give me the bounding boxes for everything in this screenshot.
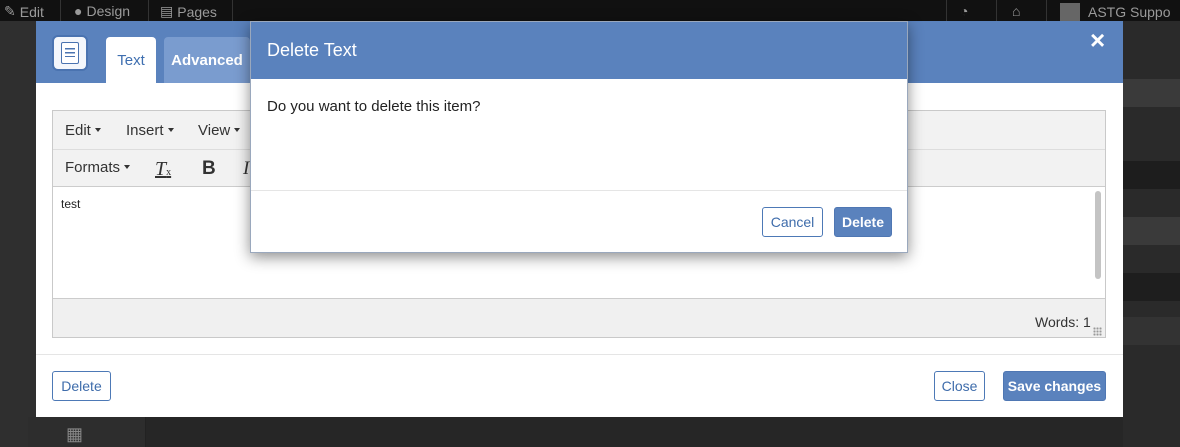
user-menu[interactable]: ASTG Suppo xyxy=(1060,3,1171,21)
editor-menu-view-label: View xyxy=(198,122,231,139)
save-changes-button[interactable]: Save changes xyxy=(1003,371,1106,401)
editor-content[interactable]: test xyxy=(61,197,80,211)
confirm-delete-button[interactable]: Delete xyxy=(834,207,892,237)
editor-menu-edit[interactable]: Edit xyxy=(65,122,101,139)
editor-menu-insert[interactable]: Insert xyxy=(126,122,174,139)
caret-down-icon xyxy=(124,164,131,169)
edit-menu-label: Edit xyxy=(19,3,44,20)
edit-menu[interactable]: ✎ Edit xyxy=(4,3,44,20)
design-menu[interactable]: ● Design xyxy=(74,3,130,19)
bold-button[interactable]: B xyxy=(202,158,216,180)
caret-down-icon xyxy=(234,127,241,132)
editor-menu-insert-label: Insert xyxy=(126,122,164,139)
background-panel xyxy=(28,417,146,447)
modal-footer-divider xyxy=(36,354,1123,355)
editor-statusbar: Words: 1 xyxy=(53,298,1105,337)
resize-handle-icon[interactable] xyxy=(1093,327,1102,336)
dialog-message: Do you want to delete this item? xyxy=(267,98,481,115)
dialog-header: Delete Text xyxy=(251,22,907,79)
tab-text[interactable]: Text xyxy=(106,37,156,83)
background-right-panel xyxy=(1123,21,1180,447)
pages-icon: ▤ xyxy=(160,3,174,19)
dialog-footer-divider xyxy=(251,190,907,191)
editor-menu-view[interactable]: View xyxy=(198,122,241,139)
background-sidebar xyxy=(0,21,36,447)
dashboard-icon[interactable]: ◔ xyxy=(960,3,968,19)
text-block-icon xyxy=(52,35,88,71)
caret-down-icon xyxy=(94,127,101,132)
editor-menu-edit-label: Edit xyxy=(65,122,91,139)
formats-dropdown[interactable]: Formats xyxy=(65,159,131,176)
background-content xyxy=(36,417,1123,447)
pages-menu-label: Pages xyxy=(177,3,217,20)
cancel-button[interactable]: Cancel xyxy=(762,207,823,237)
close-icon[interactable]: × xyxy=(1090,27,1105,53)
editor-scrollbar[interactable] xyxy=(1093,189,1103,295)
avatar xyxy=(1060,3,1080,21)
dialog-title: Delete Text xyxy=(267,40,357,60)
pages-menu[interactable]: ▤ Pages xyxy=(160,3,217,20)
app-topbar: ✎ Edit ● Design ▤ Pages ◔ ⌂ ASTG Suppo xyxy=(0,0,1180,21)
droplet-icon: ● xyxy=(74,3,83,19)
pencil-icon: ✎ xyxy=(4,3,16,19)
delete-button[interactable]: Delete xyxy=(52,371,111,401)
formats-label: Formats xyxy=(65,159,121,176)
italic-button[interactable]: I xyxy=(243,158,249,180)
home-icon[interactable]: ⌂ xyxy=(1012,3,1020,19)
map-icon: ▦ xyxy=(66,424,84,444)
word-count: Words: 1 xyxy=(1035,314,1091,330)
clear-formatting-icon[interactable]: Tx xyxy=(155,158,171,181)
close-button[interactable]: Close xyxy=(934,371,985,401)
user-name: ASTG Suppo xyxy=(1088,4,1171,20)
scrollbar-thumb[interactable] xyxy=(1095,191,1101,279)
tab-advanced[interactable]: Advanced xyxy=(164,37,250,83)
caret-down-icon xyxy=(167,127,174,132)
delete-confirm-dialog: Delete Text Do you want to delete this i… xyxy=(250,21,908,253)
design-menu-label: Design xyxy=(86,3,131,19)
